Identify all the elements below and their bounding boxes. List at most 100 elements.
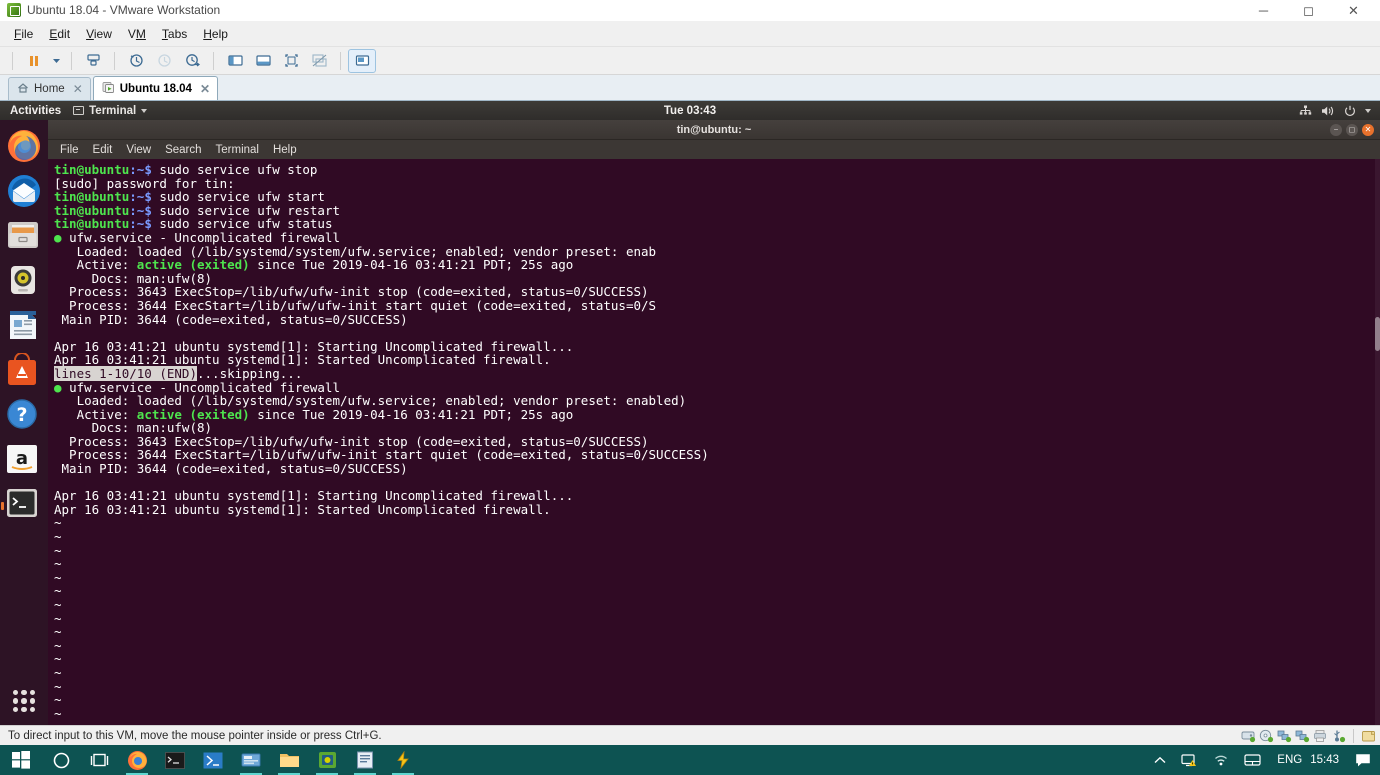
unity-mode-button[interactable] [306, 50, 332, 72]
dock-item-libreoffice-writer[interactable] [6, 308, 42, 344]
window-title: Ubuntu 18.04 - VMware Workstation [27, 3, 221, 17]
terminal-scrollbar[interactable] [1375, 159, 1380, 725]
console-view-button[interactable] [348, 48, 376, 73]
taskbar-file-explorer[interactable] [270, 745, 308, 775]
shared-folder-icon[interactable] [1361, 729, 1376, 743]
vmware-tab-ubuntu-label: Ubuntu 18.04 [119, 82, 192, 95]
touchpad-icon[interactable] [1237, 745, 1268, 775]
network-warning-icon[interactable] [1174, 745, 1205, 775]
terminal-line: ~ [54, 597, 62, 612]
terminal-prompt-path: :~$ [129, 162, 160, 177]
terminal-menu-edit[interactable]: Edit [93, 144, 113, 156]
taskbar-powershell[interactable] [194, 745, 232, 775]
terminal-maximize-button[interactable]: ◻ [1346, 123, 1358, 136]
menu-tabs[interactable]: Tabs [154, 24, 195, 44]
language-indicator[interactable]: ENG [1277, 754, 1302, 766]
manage-snapshots-button[interactable] [80, 50, 106, 72]
terminal-line: Loaded: loaded (/lib/systemd/system/ufw.… [54, 393, 687, 409]
volume-icon[interactable] [1321, 105, 1335, 117]
terminal-line: ~ [54, 529, 62, 545]
vm-guest-viewport[interactable]: Activities Terminal Tue 03:43 ? a tin@ub… [0, 101, 1380, 725]
dock-item-rhythmbox[interactable] [6, 263, 42, 299]
suspend-button[interactable] [21, 50, 47, 72]
take-snapshot-button[interactable] [123, 50, 149, 72]
vm-device-icons [1241, 728, 1376, 743]
show-applications-button[interactable] [8, 685, 40, 717]
dock-item-amazon[interactable]: a [6, 443, 42, 479]
terminal-title: tin@ubuntu: ~ [676, 123, 752, 136]
menu-vm[interactable]: VM [120, 24, 154, 44]
close-icon[interactable]: ✕ [200, 82, 210, 96]
taskbar-clock-and-language[interactable]: ENG 15:43 [1269, 745, 1347, 775]
toolbar-divider [340, 51, 341, 70]
menu-file[interactable]: File [6, 24, 41, 44]
terminal-menu-file[interactable]: File [60, 144, 79, 156]
terminal-titlebar[interactable]: tin@ubuntu: ~ − ◻ ✕ [48, 120, 1380, 140]
taskbar-putty[interactable] [384, 745, 422, 775]
taskbar-remote-desktop[interactable] [232, 745, 270, 775]
cortana-search-button[interactable] [42, 745, 80, 775]
window-controls: ─ ◻ ✕ [1241, 0, 1376, 21]
vmware-tab-ubuntu[interactable]: Ubuntu 18.04 ✕ [92, 76, 219, 100]
hard-disk-icon[interactable] [1241, 729, 1256, 743]
wifi-icon[interactable] [1206, 745, 1236, 775]
dock-item-ubuntu-software[interactable] [6, 353, 42, 389]
dock-item-terminal[interactable] [6, 488, 42, 524]
cd-dvd-icon[interactable] [1259, 729, 1274, 743]
grid-dot [29, 690, 35, 696]
taskbar-vmware[interactable] [308, 745, 346, 775]
vmware-workstation-window: Ubuntu 18.04 - VMware Workstation ─ ◻ ✕ … [0, 0, 1380, 775]
maximize-button[interactable]: ◻ [1286, 0, 1331, 21]
service-active-state: active (exited) [136, 257, 250, 273]
vmware-tab-home[interactable]: Home ✕ [8, 77, 91, 100]
close-icon[interactable]: ✕ [73, 82, 83, 96]
terminal-minimize-button[interactable]: − [1330, 123, 1342, 136]
dock-item-help[interactable]: ? [6, 398, 42, 434]
menu-help[interactable]: Help [195, 24, 236, 44]
menu-view[interactable]: View [78, 24, 120, 44]
terminal-output[interactable]: tin@ubuntu:~$ sudo service ufw stop [sudo… [48, 159, 1380, 725]
printer-icon[interactable] [1313, 729, 1328, 743]
scrollbar-thumb[interactable] [1375, 317, 1380, 352]
taskbar-command-prompt[interactable] [156, 745, 194, 775]
terminal-menu-view[interactable]: View [126, 144, 151, 156]
taskbar-firefox[interactable] [118, 745, 156, 775]
terminal-close-button[interactable]: ✕ [1362, 123, 1374, 136]
network-icon[interactable] [1299, 105, 1312, 116]
terminal-menu-search[interactable]: Search [165, 144, 201, 156]
show-hidden-icons-button[interactable] [1147, 745, 1173, 775]
task-view-button[interactable] [80, 745, 118, 775]
close-button[interactable]: ✕ [1331, 0, 1376, 21]
taskbar-clock[interactable]: 15:43 [1310, 754, 1339, 766]
terminal-icon [73, 106, 85, 115]
network-adapter-icon[interactable] [1277, 729, 1292, 743]
usb-device-icon[interactable] [1331, 729, 1346, 743]
terminal-text: since Tue 2019-04-16 03:41:21 PDT; 25s a… [249, 257, 574, 273]
dock-item-files[interactable] [6, 218, 42, 254]
taskbar-notepad[interactable] [346, 745, 384, 775]
ubuntu-clock[interactable]: Tue 03:43 [0, 105, 1380, 117]
dock-item-thunderbird[interactable] [6, 173, 42, 209]
dock-item-firefox[interactable] [6, 128, 42, 164]
ubuntu-topbar: Activities Terminal Tue 03:43 [0, 101, 1380, 120]
chevron-down-icon[interactable] [49, 50, 63, 72]
revert-snapshot-button[interactable] [151, 50, 177, 72]
terminal-text: ufw.service - Uncomplicated firewall [69, 229, 340, 245]
show-thumbnail-bar-button[interactable] [250, 50, 276, 72]
show-library-button[interactable] [222, 50, 248, 72]
terminal-menu-terminal[interactable]: Terminal [216, 144, 259, 156]
network-adapter-2-icon[interactable] [1295, 729, 1310, 743]
terminal-menu-help[interactable]: Help [273, 144, 297, 156]
system-menu-chevron-icon[interactable] [1365, 108, 1371, 113]
grid-dot [29, 706, 35, 712]
start-button[interactable] [0, 745, 42, 775]
fullscreen-button[interactable] [278, 50, 304, 72]
minimize-button[interactable]: ─ [1241, 0, 1286, 21]
grid-dot [13, 698, 19, 704]
power-icon[interactable] [1344, 105, 1356, 117]
activities-button[interactable]: Activities [10, 105, 61, 117]
action-center-icon[interactable] [1348, 745, 1378, 775]
app-menu-terminal[interactable]: Terminal [73, 105, 148, 117]
menu-edit[interactable]: Edit [41, 24, 78, 44]
snapshot-manager-button[interactable] [179, 50, 205, 72]
